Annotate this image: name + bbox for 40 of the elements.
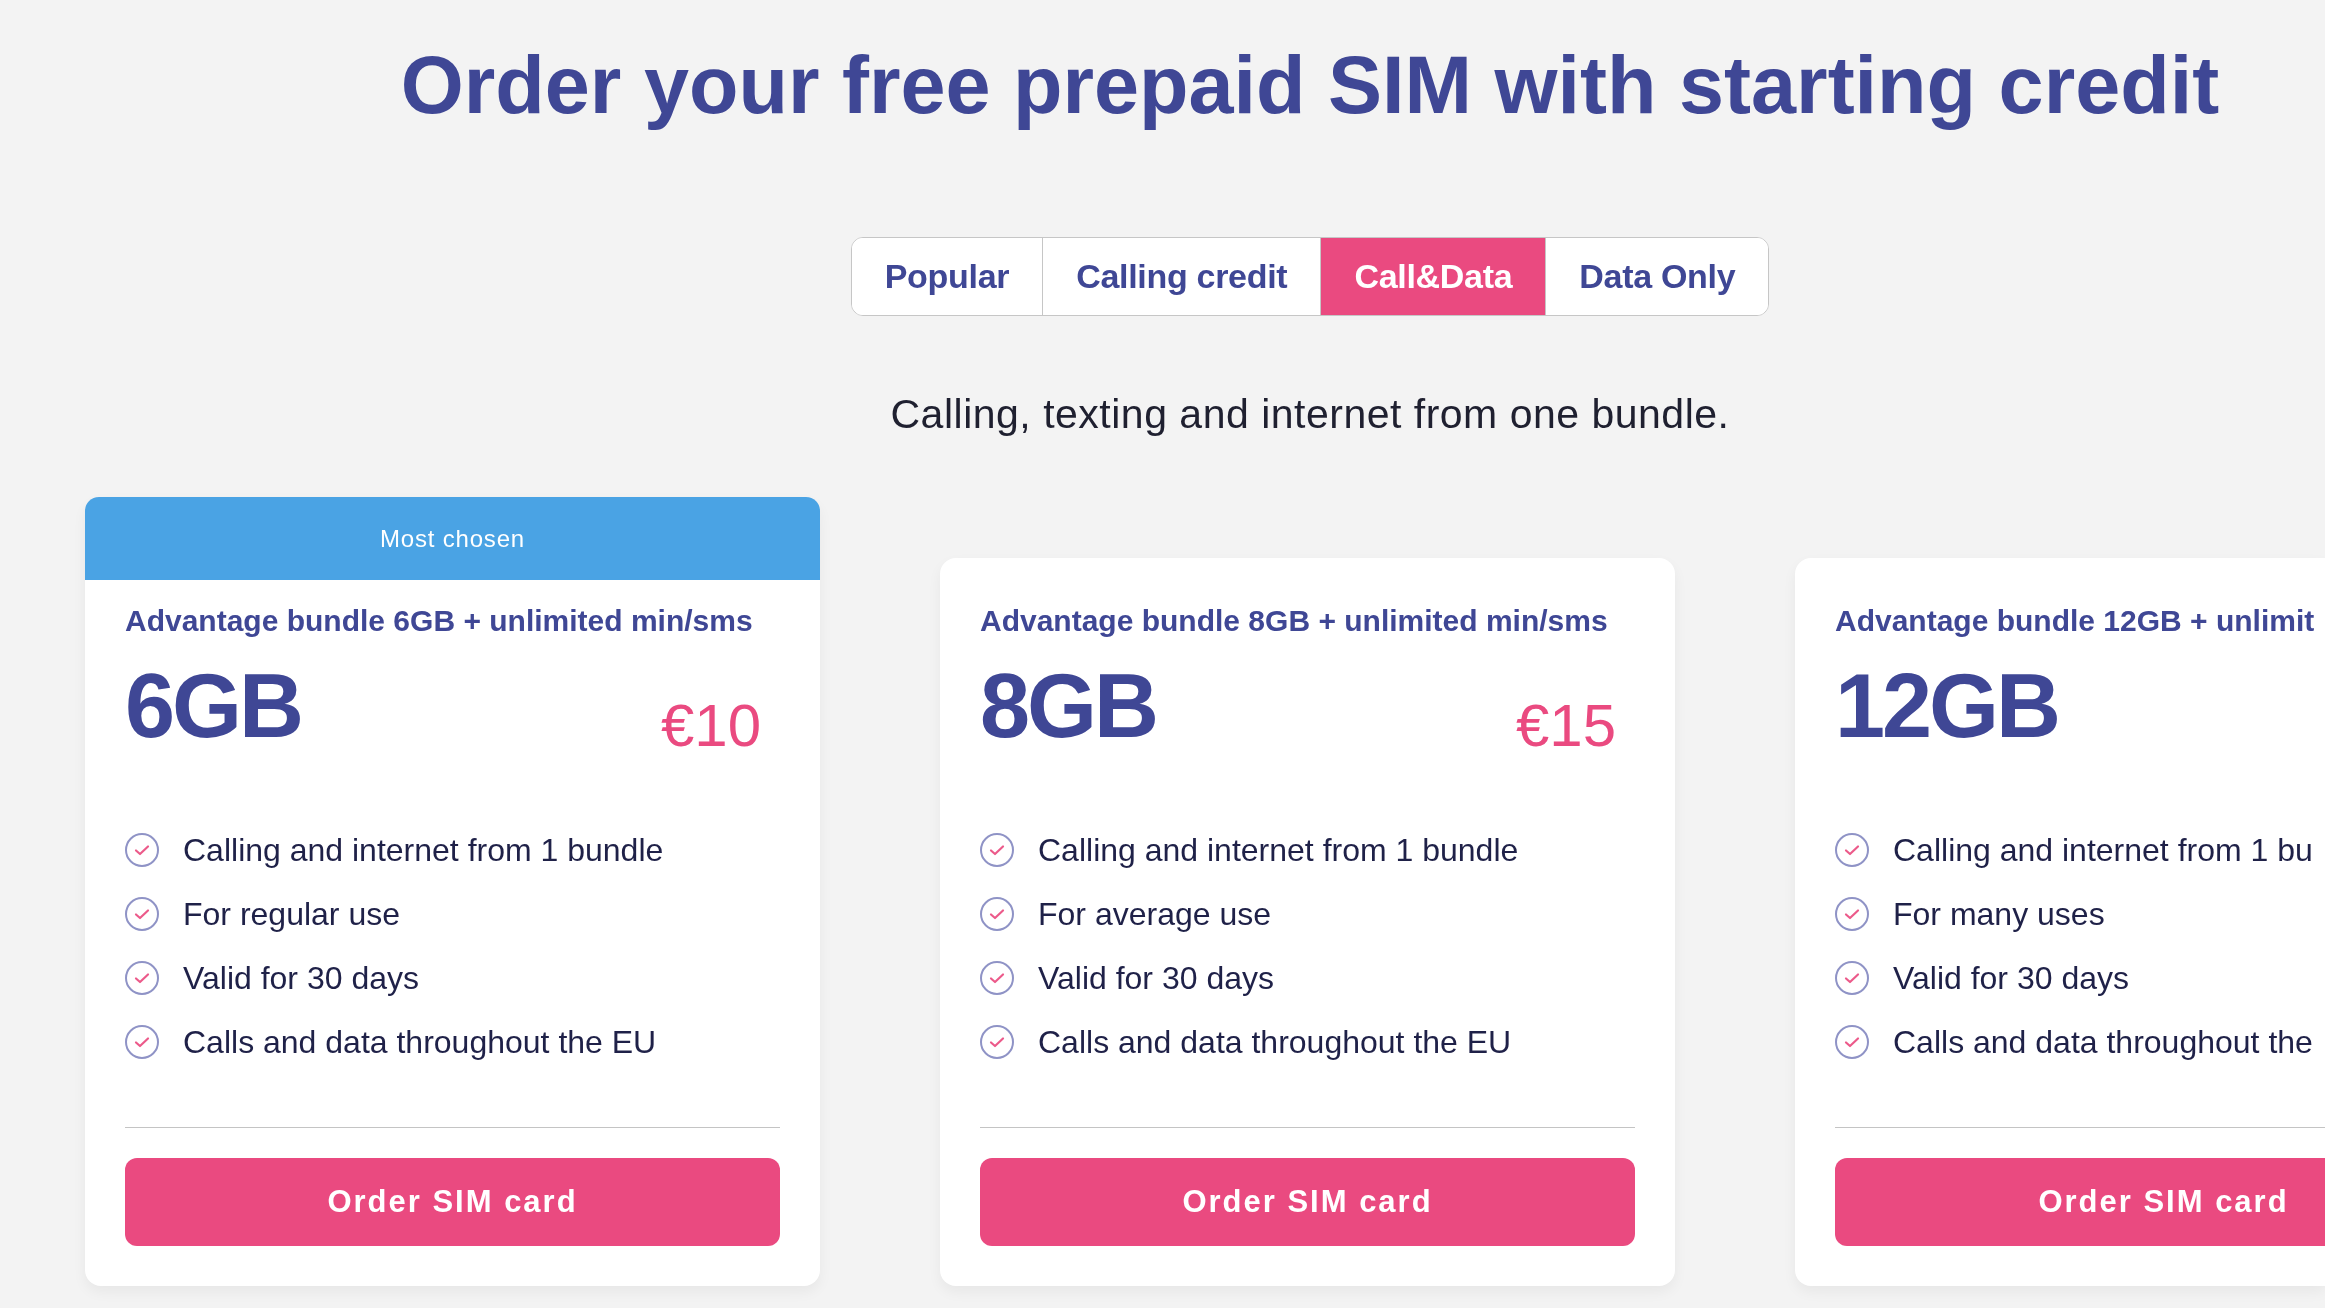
feature-text: Calling and internet from 1 bu [1893, 831, 2313, 870]
check-circle-icon [1835, 897, 1869, 932]
order-button[interactable]: Order SIM card [1835, 1158, 2325, 1247]
feature-text: For regular use [183, 895, 400, 934]
feature-text: Calling and internet from 1 bundle [1038, 831, 1519, 870]
plan-price: €10 [660, 696, 761, 757]
page-heading: Order your free prepaid SIM with starting credit [399, 39, 2221, 132]
data-amount: 6GB [125, 661, 302, 752]
data-amount: 8GB [980, 661, 1157, 752]
feature-text: For many uses [1893, 895, 2105, 934]
feature-text: Calls and data throughout the EU [183, 1023, 657, 1062]
check-circle-icon [1835, 833, 1869, 868]
check-circle-icon [980, 961, 1014, 996]
plan-title: Advantage bundle 8GB + unlimited min/sms [980, 603, 1609, 640]
tagline-text: Calling, texting and internet from one bundle. [889, 390, 1731, 440]
ribbon-banner: Most chosen [85, 497, 820, 581]
feature-text: For average use [1038, 895, 1271, 934]
plan-title: Advantage bundle 6GB + unlimited min/sms [125, 603, 754, 640]
feature-text: Valid for 30 days [1893, 959, 2129, 998]
check-circle-icon [980, 1025, 1014, 1060]
feature-text: Calling and internet from 1 bundle [183, 831, 664, 870]
plan-tab[interactable]: Call&Data [1320, 238, 1546, 316]
data-amount: 12GB [1835, 661, 2059, 752]
order-button[interactable]: Order SIM card [125, 1158, 780, 1247]
check-circle-icon [125, 961, 159, 996]
feature-text: Calls and data throughout the EU [1038, 1023, 1512, 1062]
check-circle-icon [1835, 961, 1869, 996]
check-circle-icon [125, 897, 159, 932]
feature-text: Valid for 30 days [1038, 959, 1274, 998]
check-circle-icon [980, 897, 1014, 932]
check-circle-icon [1835, 1025, 1869, 1060]
feature-text: Calls and data throughout the [1893, 1023, 2313, 1062]
check-circle-icon [125, 1025, 159, 1060]
plan-price: €15 [1515, 696, 1616, 757]
order-button[interactable]: Order SIM card [980, 1158, 1635, 1247]
check-circle-icon [125, 833, 159, 868]
plan-tab[interactable]: Data Only [1545, 238, 1769, 316]
check-circle-icon [980, 833, 1014, 868]
plan-title: Advantage bundle 12GB + unlimit [1835, 603, 2316, 640]
feature-text: Valid for 30 days [183, 959, 419, 998]
